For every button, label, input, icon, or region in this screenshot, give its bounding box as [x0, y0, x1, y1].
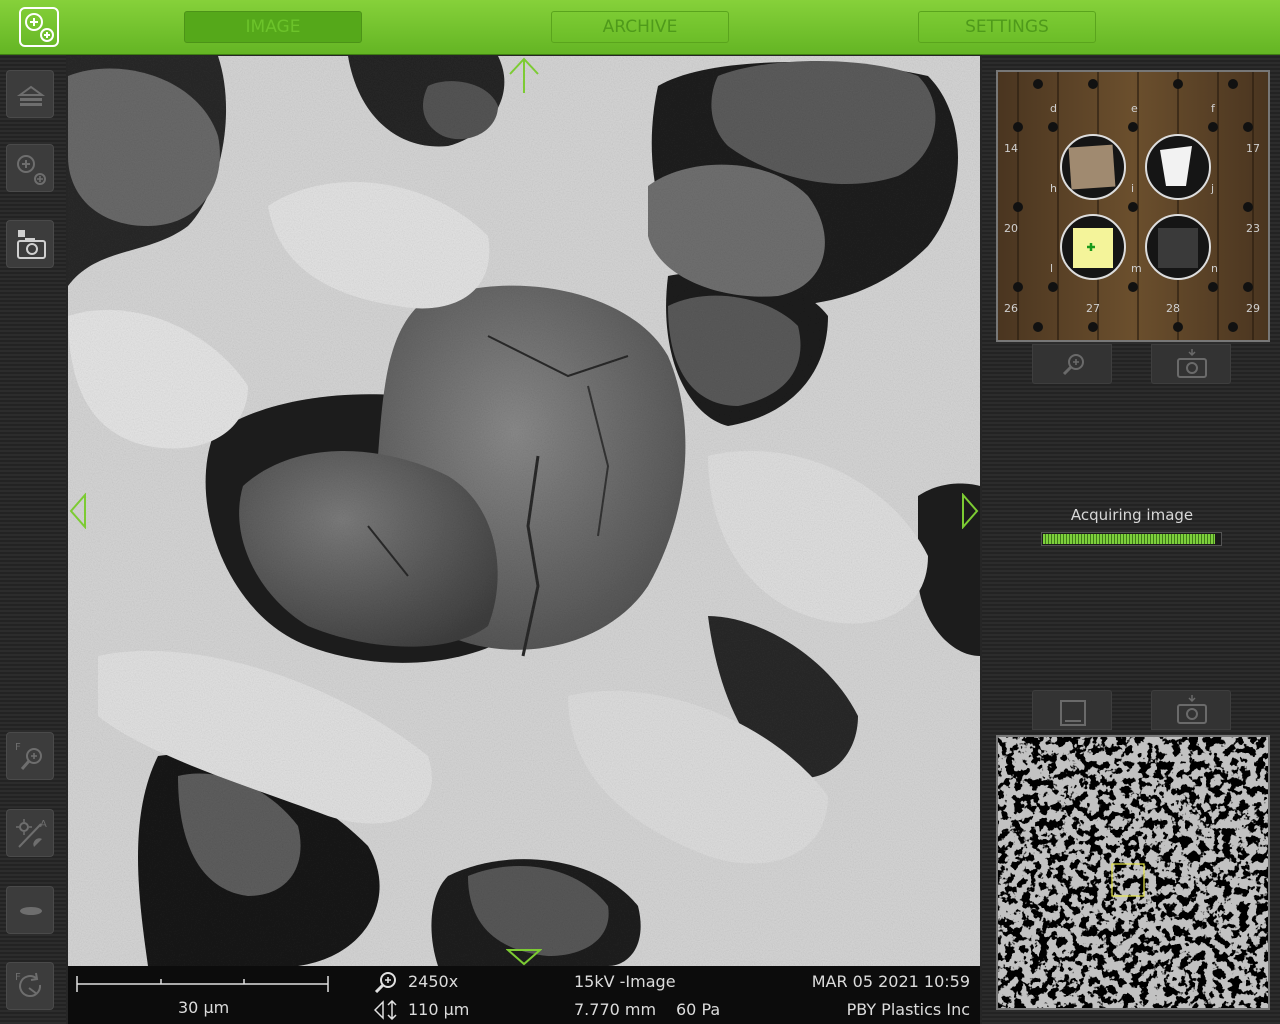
nav-label: 20 — [1004, 222, 1018, 235]
scale-bar — [76, 976, 329, 992]
holder-hole — [1173, 322, 1183, 332]
holder-hole — [1208, 122, 1218, 132]
sem-micrograph — [68, 56, 980, 966]
tab-settings[interactable]: SETTINGS — [918, 11, 1096, 43]
overview-micrograph — [998, 737, 1268, 1008]
holder-hole — [1128, 282, 1138, 292]
lens-icon — [20, 907, 42, 915]
holder-hole — [1048, 282, 1058, 292]
auto-brightness-icon: A — [16, 819, 47, 848]
zoom-icon — [1062, 354, 1084, 376]
holder-hole — [1228, 322, 1238, 332]
nav-label: l — [1050, 262, 1053, 275]
tab-image[interactable]: IMAGE — [184, 11, 362, 43]
capture-button[interactable] — [6, 220, 54, 268]
holder-hole — [1128, 202, 1138, 212]
acquisition-progress-fill — [1043, 534, 1215, 544]
eject-button[interactable] — [6, 70, 54, 118]
camera-capture-icon — [1177, 349, 1207, 378]
sem-image-view[interactable] — [68, 56, 980, 966]
arrow-up-icon[interactable] — [506, 56, 542, 94]
svg-text:F: F — [15, 742, 21, 753]
detector-mode: 15kV -Image — [574, 972, 676, 991]
top-bar: IMAGE ARCHIVE SETTINGS — [0, 0, 1280, 55]
field-width-icon — [374, 1000, 397, 1020]
holder-hole — [1243, 282, 1253, 292]
magnification-value: 2450x — [408, 972, 459, 991]
camera-icon — [17, 230, 46, 259]
operator-name: PBY Plastics Inc — [846, 1000, 970, 1019]
working-distance: 7.770 mm — [574, 1000, 657, 1019]
eject-icon — [16, 85, 46, 106]
holder-hole — [1013, 282, 1023, 292]
holder-hole — [1208, 282, 1218, 292]
rotate-button[interactable]: F — [6, 962, 54, 1010]
acquisition-progress-bar — [1041, 532, 1222, 546]
focus-button[interactable]: F — [6, 732, 54, 780]
nav-label: m — [1131, 262, 1142, 275]
holder-hole — [1033, 79, 1043, 89]
nav-label: i — [1131, 182, 1134, 195]
zoom-stage-button[interactable] — [6, 144, 54, 192]
tab-archive[interactable]: ARCHIVE — [551, 11, 729, 43]
nav-label: e — [1131, 102, 1138, 115]
holder-hole — [1013, 122, 1023, 132]
chamber-pressure: 60 Pa — [676, 1000, 721, 1019]
nav-label: 28 — [1166, 302, 1180, 315]
field-width-value: 110 μm — [408, 1000, 470, 1019]
holder-hole — [1243, 122, 1253, 132]
holder-hole — [1228, 79, 1238, 89]
frame-icon — [1060, 700, 1086, 726]
auto-brightness-button[interactable]: A — [6, 809, 54, 857]
lens-button[interactable] — [6, 886, 54, 934]
overview-frame-button[interactable] — [1032, 690, 1112, 730]
magnification-icon — [374, 972, 396, 993]
camera-capture-icon — [1177, 695, 1207, 724]
nav-label: h — [1050, 182, 1057, 195]
svg-text:F: F — [15, 972, 21, 983]
holder-hole — [1173, 79, 1183, 89]
app-logo-icon[interactable] — [19, 7, 59, 47]
left-toolbar — [0, 55, 66, 1024]
overview-capture-button[interactable] — [1151, 690, 1231, 730]
nav-label: 27 — [1086, 302, 1100, 315]
datetime: MAR 05 2021 10:59 — [811, 972, 970, 991]
holder-hole — [1048, 122, 1058, 132]
arrow-right-icon[interactable] — [960, 493, 980, 529]
holder-hole — [1088, 322, 1098, 332]
overview-image[interactable] — [996, 735, 1270, 1010]
holder-hole — [1013, 202, 1023, 212]
holder-hole — [1033, 322, 1043, 332]
rotate-icon: F — [15, 972, 42, 997]
nav-label: n — [1211, 262, 1218, 275]
status-bar: 30 μm 2450x 110 μm 15kV -Image 7.770 mm … — [68, 966, 980, 1024]
nav-capture-button[interactable] — [1151, 344, 1231, 384]
nav-label: d — [1050, 102, 1057, 115]
scale-label: 30 μm — [178, 998, 230, 1017]
nav-label: j — [1210, 182, 1214, 195]
arrow-left-icon[interactable] — [68, 493, 88, 529]
zoom-stage-icon — [17, 155, 46, 185]
navigation-camera-view[interactable]: d e f 14 h i j 17 20 l m n 23 26 27 28 2… — [996, 70, 1270, 342]
holder-hole — [1243, 202, 1253, 212]
holder-hole — [1088, 79, 1098, 89]
acquisition-label: Acquiring image — [1070, 506, 1194, 524]
nav-label: 29 — [1246, 302, 1260, 315]
focus-icon: F — [15, 742, 42, 770]
arrow-down-icon[interactable] — [506, 948, 542, 966]
nav-label: 17 — [1246, 142, 1260, 155]
holder-hole — [1128, 122, 1138, 132]
nav-label: 14 — [1004, 142, 1018, 155]
nav-label: 23 — [1246, 222, 1260, 235]
sample-holder-image: d e f 14 h i j 17 20 l m n 23 26 27 28 2… — [998, 72, 1268, 340]
nav-zoom-button[interactable] — [1032, 344, 1112, 384]
nav-label: 26 — [1004, 302, 1018, 315]
